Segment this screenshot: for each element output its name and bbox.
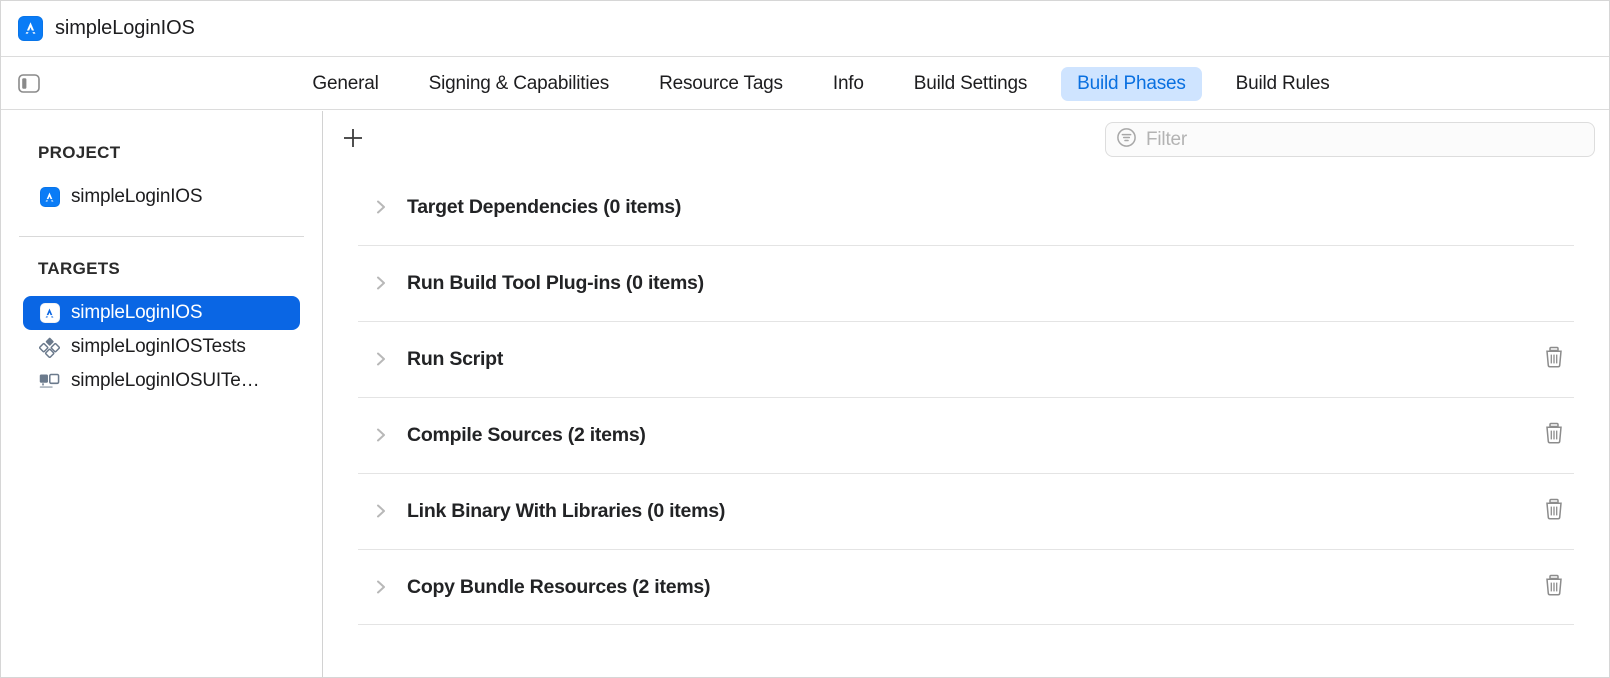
build-phase-title: Copy Bundle Resources (2 items) (407, 575, 711, 598)
sidebar-divider (19, 236, 304, 237)
tab-signing-and-capabilities[interactable]: Signing & Capabilities (413, 67, 625, 101)
build-phase-row-target-dependencies[interactable]: Target Dependencies (0 items) (324, 169, 1609, 245)
tab-build-rules[interactable]: Build Rules (1220, 67, 1346, 101)
chevron-right-icon[interactable] (372, 426, 390, 444)
filter-input[interactable]: Filter (1146, 129, 1187, 151)
chevron-right-icon[interactable] (372, 502, 390, 520)
build-phase-list: Target Dependencies (0 items) Run Build … (324, 169, 1609, 625)
add-build-phase-button[interactable] (336, 123, 370, 157)
build-phase-row-run-build-tool-plug-ins[interactable]: Run Build Tool Plug-ins (0 items) (324, 245, 1609, 321)
build-phase-row-link-binary-with-libraries[interactable]: Link Binary With Libraries (0 items) (324, 473, 1609, 549)
trash-icon (1543, 573, 1565, 602)
build-phase-title: Compile Sources (2 items) (407, 423, 646, 446)
delete-build-phase-button[interactable] (1541, 422, 1567, 448)
build-phase-row-copy-bundle-resources[interactable]: Copy Bundle Resources (2 items) (324, 549, 1609, 625)
tab-build-phases[interactable]: Build Phases (1061, 66, 1202, 101)
window-title-bar: simpleLoginIOS (1, 1, 1609, 57)
tab-list: General Signing & Capabilities Resource … (43, 66, 1609, 101)
trash-icon (1543, 421, 1565, 450)
build-phase-title: Run Script (407, 347, 504, 370)
chevron-right-icon[interactable] (372, 578, 390, 596)
app-store-icon (39, 303, 60, 324)
sidebar-item-label: simpleLoginIOS (71, 186, 203, 207)
unit-test-diamond-icon (39, 337, 60, 358)
project-targets-sidebar: PROJECT simpleLoginIOS TARGETS simpleLog… (1, 111, 323, 677)
tab-build-settings[interactable]: Build Settings (898, 67, 1043, 101)
tab-resource-tags[interactable]: Resource Tags (643, 67, 799, 101)
app-store-icon (18, 16, 43, 41)
sidebar-toggle-icon[interactable] (15, 72, 43, 96)
editor-tab-bar: General Signing & Capabilities Resource … (1, 58, 1609, 110)
build-phase-row-compile-sources[interactable]: Compile Sources (2 items) (324, 397, 1609, 473)
delete-build-phase-button[interactable] (1541, 574, 1567, 600)
app-store-icon (39, 187, 60, 208)
plus-icon (341, 126, 365, 155)
filter-icon (1116, 127, 1137, 153)
chevron-right-icon[interactable] (372, 274, 390, 292)
build-phases-toolbar: Filter (324, 111, 1609, 169)
chevron-right-icon[interactable] (372, 198, 390, 216)
chevron-right-icon[interactable] (372, 350, 390, 368)
build-phase-row-run-script[interactable]: Run Script (324, 321, 1609, 397)
build-phases-pane: Filter Target Dependencies (0 items) Run… (324, 111, 1609, 677)
window-title: simpleLoginIOS (55, 17, 195, 39)
tab-info[interactable]: Info (817, 67, 880, 101)
delete-build-phase-button[interactable] (1541, 498, 1567, 524)
sidebar-item-label: simpleLoginIOSUITe… (71, 370, 260, 391)
tab-general[interactable]: General (296, 67, 394, 101)
sidebar-item-target-simpleloginiostests[interactable]: simpleLoginIOSTests (23, 330, 300, 364)
xcode-project-editor-window: simpleLoginIOS General Signing & Capabil… (0, 0, 1610, 678)
build-phase-title: Target Dependencies (0 items) (407, 195, 682, 218)
build-phase-title: Run Build Tool Plug-ins (0 items) (407, 271, 704, 294)
sidebar-item-label: simpleLoginIOSTests (71, 336, 246, 357)
sidebar-item-label: simpleLoginIOS (71, 302, 203, 323)
ui-test-screen-icon (39, 371, 60, 392)
sidebar-item-target-simpleloginios[interactable]: simpleLoginIOS (23, 296, 300, 330)
delete-build-phase-button[interactable] (1541, 346, 1567, 372)
filter-field[interactable]: Filter (1105, 122, 1595, 157)
project-section-header: PROJECT (38, 143, 121, 162)
build-phase-title: Link Binary With Libraries (0 items) (407, 499, 726, 522)
trash-icon (1543, 345, 1565, 374)
sidebar-item-target-simpleloginiosuitests[interactable]: simpleLoginIOSUITe… (23, 364, 300, 398)
sidebar-item-project-simpleloginios[interactable]: simpleLoginIOS (23, 180, 300, 214)
trash-icon (1543, 497, 1565, 526)
targets-section-header: TARGETS (38, 259, 121, 278)
